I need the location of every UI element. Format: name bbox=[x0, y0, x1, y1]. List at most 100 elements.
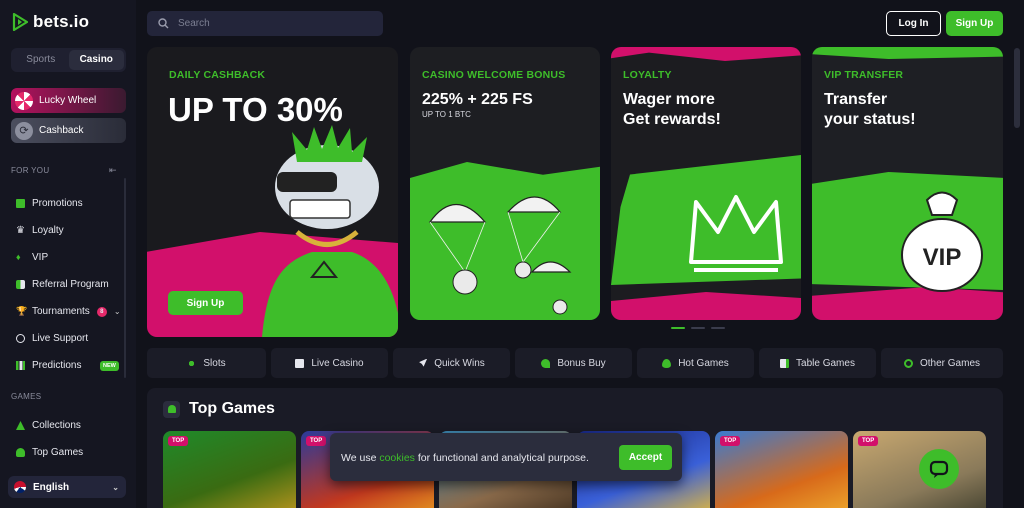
search-bar[interactable] bbox=[147, 11, 383, 36]
sidebar-item-top-games[interactable]: Top Games bbox=[16, 447, 83, 458]
sidebar-item-label: Collections bbox=[32, 420, 81, 431]
top-games-icon bbox=[163, 400, 180, 418]
banner-loyalty[interactable]: LOYALTY Wager more Get rewards! bbox=[611, 47, 801, 320]
carousel-pagination bbox=[671, 327, 725, 329]
wheel-icon bbox=[15, 91, 33, 110]
chart-icon bbox=[16, 361, 25, 370]
banner-headline-line-2: your status! bbox=[824, 111, 916, 128]
sidebar-item-loyalty[interactable]: ♛ Loyalty bbox=[16, 225, 64, 236]
game-tile[interactable]: TOP bbox=[163, 431, 296, 508]
cookie-text-before: We use bbox=[341, 452, 380, 464]
top-tag: TOP bbox=[168, 436, 189, 446]
cookie-text-after: for functional and analytical purpose. bbox=[414, 452, 589, 464]
trophy-icon: 🏆 bbox=[16, 306, 28, 316]
cashback-icon: ⟳ bbox=[15, 121, 33, 140]
banner-headline: Transfer your status! bbox=[824, 90, 916, 130]
sidebar-item-label: Referral Program bbox=[32, 279, 109, 290]
banner-welcome-bonus[interactable]: CASINO WELCOME BONUS 225% + 225 FS UP TO… bbox=[410, 47, 600, 320]
carousel-dot[interactable] bbox=[711, 327, 725, 329]
sidebar-scrollbar[interactable] bbox=[124, 178, 126, 378]
vip-icon: ♦ bbox=[16, 252, 21, 262]
sidebar-item-predictions[interactable]: Predictions bbox=[16, 360, 81, 371]
category-live-casino[interactable]: Live Casino bbox=[271, 348, 388, 378]
cards-icon bbox=[780, 358, 790, 368]
category-table-games[interactable]: Table Games bbox=[759, 348, 876, 378]
game-tile[interactable]: TOP bbox=[715, 431, 848, 508]
cashback-label: Cashback bbox=[39, 125, 84, 136]
banner-headline: 225% + 225 FS bbox=[422, 91, 533, 108]
brand-logo[interactable]: bets.io bbox=[12, 12, 89, 32]
category-label: Slots bbox=[203, 357, 226, 369]
banner-headline-line-1: Wager more bbox=[623, 91, 715, 108]
banner-top-strip bbox=[611, 47, 801, 61]
category-bonus-buy[interactable]: Bonus Buy bbox=[515, 348, 632, 378]
banner-top-strip bbox=[812, 47, 1003, 59]
slots-icon bbox=[187, 358, 197, 368]
banner-tag: DAILY CASHBACK bbox=[169, 69, 266, 81]
sidebar-item-label: Top Games bbox=[32, 447, 84, 458]
top-tag: TOP bbox=[858, 436, 879, 446]
top-tag: TOP bbox=[306, 436, 327, 446]
new-badge: NEW bbox=[100, 361, 119, 371]
chevron-down-icon[interactable]: ⌄ bbox=[114, 307, 121, 316]
category-label: Bonus Buy bbox=[557, 357, 606, 369]
section-title: Top Games bbox=[163, 400, 275, 418]
banner-headline-line-1: Transfer bbox=[824, 91, 888, 108]
chevron-down-icon: ⌄ bbox=[112, 482, 119, 492]
page-scrollbar[interactable] bbox=[1014, 48, 1020, 128]
sidebar-item-live-support[interactable]: Live Support bbox=[16, 333, 88, 344]
search-icon bbox=[158, 18, 169, 29]
carousel-dot[interactable] bbox=[671, 327, 685, 329]
category-quick-wins[interactable]: Quick Wins bbox=[393, 348, 510, 378]
tab-sports[interactable]: Sports bbox=[13, 50, 69, 70]
sidebar-item-vip[interactable]: ♦ VIP bbox=[16, 252, 48, 263]
signup-button[interactable]: Sign Up bbox=[946, 11, 1003, 36]
tab-casino[interactable]: Casino bbox=[68, 50, 124, 70]
banner-headline: Wager more Get rewards! bbox=[623, 90, 721, 130]
category-label: Live Casino bbox=[311, 357, 364, 369]
sidebar-item-label: Loyalty bbox=[32, 225, 64, 236]
vip-money-bag-illustration: VIP bbox=[901, 191, 983, 292]
cashback-button[interactable]: ⟳ Cashback bbox=[11, 118, 126, 143]
chat-icon bbox=[929, 460, 949, 478]
sidebar-item-tournaments[interactable]: 🏆 Tournaments 8 ⌄ bbox=[16, 306, 121, 317]
users-icon bbox=[16, 280, 25, 289]
lucky-wheel-button[interactable]: Lucky Wheel bbox=[11, 88, 126, 113]
category-slots[interactable]: Slots bbox=[147, 348, 266, 378]
crown-illustration bbox=[689, 195, 783, 272]
live-chat-button[interactable] bbox=[919, 449, 959, 489]
accept-cookies-button[interactable]: Accept bbox=[619, 445, 672, 470]
brand-name: bets.io bbox=[33, 12, 90, 31]
category-hot-games[interactable]: Hot Games bbox=[637, 348, 754, 378]
login-button[interactable]: Log In bbox=[886, 11, 941, 36]
lucky-wheel-label: Lucky Wheel bbox=[39, 95, 97, 106]
collapse-sidebar-icon[interactable]: ⇤ bbox=[109, 165, 117, 176]
language-selector[interactable]: English ⌄ bbox=[8, 476, 126, 498]
tournaments-count-badge: 8 bbox=[96, 306, 107, 317]
carousel-dot[interactable] bbox=[691, 327, 705, 329]
banner-daily-cashback[interactable]: DAILY CASHBACK UP TO 30% Sign Up bbox=[147, 47, 398, 337]
for-you-heading: FOR YOU bbox=[11, 166, 50, 175]
gift-icon bbox=[16, 199, 25, 208]
sidebar-item-collections[interactable]: Collections bbox=[16, 420, 81, 431]
support-icon bbox=[16, 334, 25, 343]
sidebar-item-label: Promotions bbox=[32, 198, 83, 209]
svg-text:VIP: VIP bbox=[923, 244, 962, 271]
banner-tag: CASINO WELCOME BONUS bbox=[422, 69, 566, 81]
games-heading: GAMES bbox=[11, 392, 42, 401]
sidebar-item-referral[interactable]: Referral Program bbox=[16, 279, 109, 290]
search-input[interactable] bbox=[178, 18, 358, 29]
sidebar-item-promotions[interactable]: Promotions bbox=[16, 198, 83, 209]
banner-signup-button[interactable]: Sign Up bbox=[168, 291, 243, 315]
sidebar-item-label: Live Support bbox=[32, 333, 89, 344]
flame-icon bbox=[662, 358, 672, 368]
banner-vip-transfer[interactable]: VIP VIP TRANSFER Transfer your status! bbox=[812, 47, 1003, 320]
other-games-icon bbox=[903, 358, 913, 368]
top-games-icon bbox=[16, 448, 25, 457]
sidebar-item-label: Predictions bbox=[32, 360, 82, 371]
category-label: Hot Games bbox=[678, 357, 729, 369]
cookies-link[interactable]: cookies bbox=[379, 452, 415, 464]
collections-icon bbox=[16, 421, 25, 430]
category-label: Other Games bbox=[919, 357, 981, 369]
category-other-games[interactable]: Other Games bbox=[881, 348, 1003, 378]
